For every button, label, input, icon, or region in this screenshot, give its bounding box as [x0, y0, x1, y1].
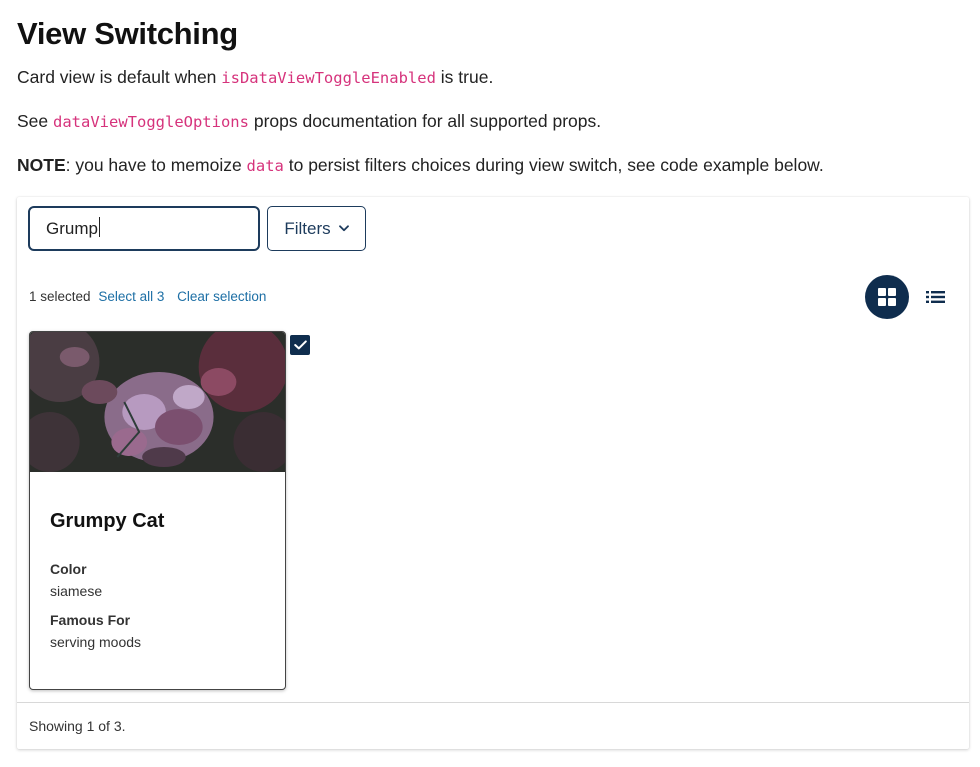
record-card[interactable]: Grumpy Cat Color siamese Famous For serv…	[29, 331, 286, 690]
inline-code: data	[246, 157, 284, 175]
search-input[interactable]: Grump	[28, 206, 260, 251]
card-select-checkbox[interactable]	[290, 335, 310, 355]
filters-label: Filters	[284, 218, 331, 238]
field-label: Color	[50, 561, 87, 577]
props-paragraph: See dataViewToggleOptions props document…	[17, 111, 602, 131]
footer-divider	[17, 702, 969, 703]
data-view-panel: Grump Filters 1 selected Select all 3 Cl…	[17, 197, 969, 749]
field-value: serving moods	[50, 634, 142, 650]
card-view-toggle[interactable]	[865, 275, 909, 319]
search-value: Grump	[46, 219, 98, 238]
clear-selection-link[interactable]: Clear selection	[177, 289, 266, 304]
note-paragraph: NOTE: you have to memoize data to persis…	[17, 155, 824, 175]
intro-paragraph: Card view is default when isDataViewTogg…	[17, 67, 494, 87]
card-title: Grumpy Cat	[50, 510, 165, 532]
filters-button[interactable]: Filters	[267, 206, 366, 251]
selected-count: 1 selected	[29, 289, 91, 304]
page-title: View Switching	[17, 16, 238, 51]
card-image	[30, 332, 285, 472]
text-caret	[98, 217, 100, 237]
results-status: Showing 1 of 3.	[29, 718, 126, 734]
list-icon	[925, 291, 945, 303]
inline-code: dataViewToggleOptions	[53, 113, 249, 131]
inline-code: isDataViewToggleEnabled	[221, 69, 436, 87]
checkmark-icon	[293, 340, 307, 350]
field-label: Famous For	[50, 612, 131, 628]
grid-icon	[878, 288, 896, 306]
note-label: NOTE	[17, 155, 66, 175]
selection-bar: 1 selected Select all 3 Clear selection	[29, 289, 266, 304]
list-view-toggle[interactable]	[923, 285, 947, 309]
chevron-down-icon	[338, 225, 349, 232]
select-all-link[interactable]: Select all 3	[98, 289, 164, 304]
field-value: siamese	[50, 583, 103, 599]
